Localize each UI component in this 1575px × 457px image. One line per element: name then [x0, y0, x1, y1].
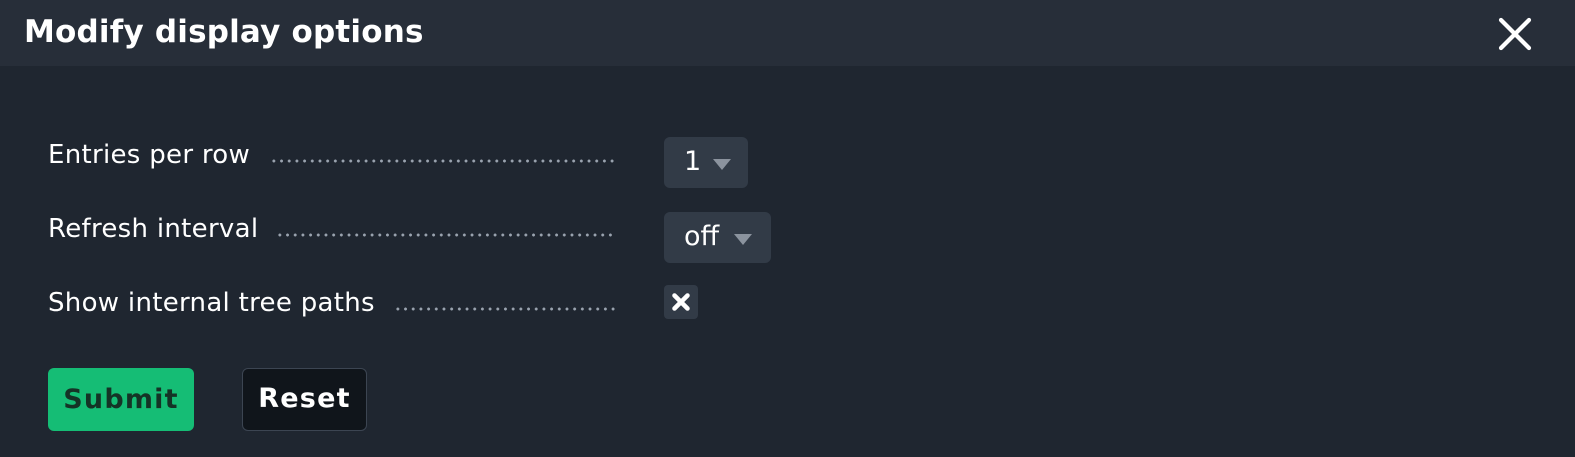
dialog-header: Modify display options — [0, 0, 1575, 66]
show-internal-tree-paths-label: Show internal tree paths — [48, 288, 375, 318]
entries-per-row-label: Entries per row — [48, 140, 251, 170]
leader-dots — [394, 307, 616, 311]
close-button[interactable] — [1494, 13, 1536, 55]
chevron-down-icon — [734, 234, 752, 245]
close-icon — [1498, 17, 1532, 51]
refresh-interval-select[interactable]: off — [664, 212, 771, 263]
reset-button[interactable]: Reset — [242, 368, 367, 431]
submit-button[interactable]: Submit — [48, 368, 194, 431]
leader-dots — [276, 233, 616, 237]
dialog-title: Modify display options — [24, 14, 424, 50]
option-row-entries-per-row: Entries per row — [48, 137, 618, 177]
entries-per-row-select[interactable]: 1 — [664, 137, 748, 188]
chevron-down-icon — [713, 159, 731, 170]
option-row-refresh-interval: Refresh interval — [48, 211, 618, 251]
entries-per-row-value: 1 — [684, 146, 702, 177]
leader-dots — [270, 159, 616, 163]
display-options-dialog: Modify display options Entries per row 1… — [0, 0, 1575, 457]
refresh-interval-value: off — [684, 221, 720, 252]
x-mark-icon — [672, 293, 690, 311]
option-row-show-internal-tree-paths: Show internal tree paths — [48, 285, 618, 325]
refresh-interval-label: Refresh interval — [48, 214, 259, 244]
show-internal-tree-paths-checkbox[interactable] — [664, 285, 698, 319]
